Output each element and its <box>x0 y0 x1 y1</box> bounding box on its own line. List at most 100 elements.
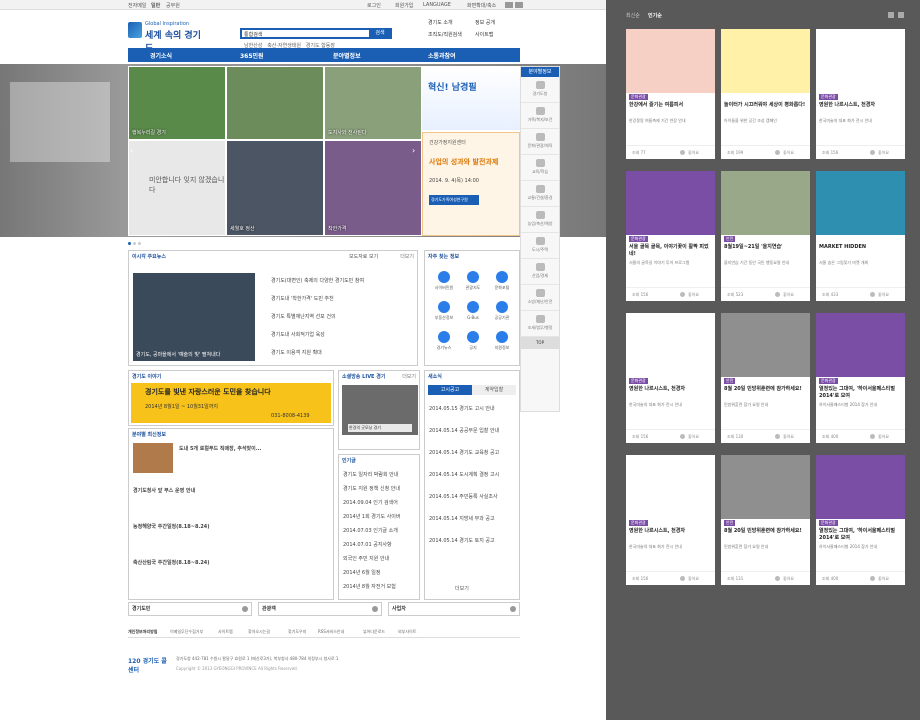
tab-popular[interactable]: 인기순 <box>648 12 662 19</box>
nav-info[interactable]: 분야별정보 <box>333 51 361 60</box>
card-like-button[interactable]: 좋아요 <box>688 576 699 582</box>
zoom-out-icon[interactable] <box>515 2 523 8</box>
zoom-link[interactable]: 화면확대/축소 <box>467 2 496 9</box>
heart-icon[interactable] <box>870 292 875 297</box>
content-card[interactable]: 문화관광 영원한 나르시스트, 천경자 한국미술의 대표 화가 전시 안내 조회 15… <box>816 29 905 159</box>
visual-tile[interactable]: 착한가격 <box>324 140 422 236</box>
freq-item[interactable]: 공지 <box>460 331 486 351</box>
content-card[interactable]: 문화관광 영원한 나르시스트, 천경자 한국미술의 대표 화가 전시 안내 조회 15… <box>626 455 715 585</box>
list-view-icon[interactable] <box>898 12 904 18</box>
content-card[interactable]: 안전 8월 20일 민방위훈련에 참가하세요! 민방위훈련 참가 요령 안내 조회 1… <box>721 313 810 443</box>
freq-item[interactable]: 공공기관 <box>489 301 515 321</box>
heart-icon[interactable] <box>775 576 780 581</box>
side-item[interactable]: 소방/재난/안전 <box>521 285 559 311</box>
content-card[interactable]: 문화관광 영원한 나르시스트, 천경자 한국미술의 대표 화가 전시 안내 조회 15… <box>626 313 715 443</box>
card-like-button[interactable]: 좋아요 <box>688 150 699 156</box>
nav-news[interactable]: 경기소식 <box>150 51 172 60</box>
popular-post[interactable]: 2014년 6월 일정 <box>343 569 417 576</box>
heart-icon[interactable] <box>870 150 875 155</box>
popular-post[interactable]: 경기도 일자리 박람회 안내 <box>343 471 417 478</box>
side-item[interactable]: 산업/경제 <box>521 259 559 285</box>
popular-post[interactable]: 2014년 8월 자전거 보험 <box>343 583 417 590</box>
promo-ad[interactable]: 혁신! 남경필 건강가정지원센터 사업의 성과와 발전과제 2014. 9. 4… <box>422 66 520 236</box>
visual-tile[interactable]: 도지사와 천사된다 <box>324 66 422 140</box>
heart-icon[interactable] <box>870 434 875 439</box>
footer-link[interactable]: 개인정보처리방침 <box>128 629 157 635</box>
heart-icon[interactable] <box>775 434 780 439</box>
news-item[interactable]: 경기도 이용객 지원 확대 <box>271 349 322 356</box>
news-item[interactable]: 경기도내 '착한가격' 도민 추천 <box>271 295 334 302</box>
latest-item[interactable]: 도내 5개 로컬푸드 직매장, 추석맞이... <box>179 445 261 452</box>
quick-link-intro[interactable]: 경기도 소개 <box>428 19 453 26</box>
visual-tile[interactable] <box>226 66 324 140</box>
footer-link[interactable]: RSS서비스안내 <box>318 629 344 635</box>
popular-post[interactable]: 경기도 지원 정책 신청 안내 <box>343 485 417 492</box>
footer-link[interactable]: 찾기도우미 <box>288 629 306 635</box>
latest-item[interactable]: 축산산림국 주간일정(8.18~8.24) <box>133 559 210 566</box>
freq-item[interactable]: 문화포털 <box>489 271 515 291</box>
latest-item[interactable]: 경기도청사 앞 부스 운영 안내 <box>133 487 195 494</box>
latest-item[interactable]: 농정해양국 주간일정(8.18~8.24) <box>133 523 210 530</box>
content-card[interactable]: 문화관광 서울 골목 골목, 이야기꽃이 활짝 피었네! 서울의 골목길 이야기 투… <box>626 171 715 301</box>
press-tab[interactable]: 보도자료 보기 <box>349 253 378 260</box>
carousel-prev-icon[interactable]: ‹ <box>130 146 138 156</box>
card-like-button[interactable]: 좋아요 <box>783 434 794 440</box>
heart-icon[interactable] <box>680 576 685 581</box>
carousel-dots[interactable] <box>128 240 142 245</box>
news-photo[interactable]: 경기도, 공마을에서 '예술의 빛' 펼쳐내다 <box>133 273 255 361</box>
heart-icon[interactable] <box>680 150 685 155</box>
notice-item[interactable]: 2014.05.14 지방세 부과 공고 <box>429 515 517 522</box>
notice-item[interactable]: 2014.05.14 경기도 교육청 공고 <box>429 449 517 456</box>
search-button[interactable]: 검색 <box>369 28 391 39</box>
tab-latest[interactable]: 최신순 <box>626 12 640 19</box>
sns-more-link[interactable]: 더보기 <box>402 373 416 380</box>
footer-link[interactable]: 뷰어다운로드 <box>363 629 385 635</box>
card-like-button[interactable]: 좋아요 <box>783 292 794 298</box>
content-card[interactable]: 문화관광 한강에서 즐기는 여름피서 한강몽땅 여름축제 기간 연장 안내 조회 77… <box>626 29 715 159</box>
search-category-select[interactable]: 통합검색 <box>244 31 262 38</box>
card-like-button[interactable]: 좋아요 <box>783 576 794 582</box>
carousel-next-icon[interactable]: › <box>412 146 420 156</box>
select-tourist[interactable]: 관광객 <box>258 602 382 616</box>
content-card[interactable]: 문화관광 열정있는 그대여, '하이서울페스티벌 2014'로 모여 하이서울페스티… <box>816 313 905 443</box>
heart-icon[interactable] <box>775 292 780 297</box>
news-item[interactable]: 경기도 특별재난지역 선포 건의 <box>271 313 336 320</box>
news-more-link[interactable]: 더보기 <box>400 253 414 260</box>
card-like-button[interactable]: 좋아요 <box>878 576 889 582</box>
login-link[interactable]: 로그인 <box>367 2 381 9</box>
freq-item[interactable]: 지원정보 <box>489 331 515 351</box>
side-item[interactable]: 문화/관광/체육 <box>521 129 559 155</box>
site-logo[interactable]: Global Inspiration 세계 속의 경기도 <box>128 20 208 54</box>
card-like-button[interactable]: 좋아요 <box>878 292 889 298</box>
card-like-button[interactable]: 좋아요 <box>878 150 889 156</box>
freq-item[interactable]: 부동산정보 <box>431 301 457 321</box>
select-citizen[interactable]: 경기도민 <box>128 602 252 616</box>
popular-post[interactable]: 2014.07.03 인기글 소개 <box>343 527 417 534</box>
freq-item[interactable]: 사이버민원 <box>431 271 457 291</box>
content-card[interactable]: 안전 8월 20일 민방위훈련에 참가하세요! 민방위훈련 참가 요령 안내 조회 1… <box>721 455 810 585</box>
top-button[interactable]: TOP <box>521 337 559 349</box>
popular-post[interactable]: 2014.07.01 공지사항 <box>343 541 417 548</box>
footer-link[interactable]: 사이트맵 <box>218 629 233 635</box>
card-like-button[interactable]: 좋아요 <box>688 292 699 298</box>
visual-tile[interactable]: 미안합니다 잊지 않겠습니다 <box>128 140 226 236</box>
notice-item[interactable]: 2014.05.14 경기도 토지 공고 <box>429 537 517 544</box>
footer-link[interactable]: 이메일무단수집거부 <box>170 629 203 635</box>
side-item[interactable]: 교통/건설/환경 <box>521 181 559 207</box>
card-like-button[interactable]: 좋아요 <box>783 150 794 156</box>
latest-thumb[interactable] <box>133 443 173 473</box>
sns-video[interactable]: 한경의 굿모닝 경기 <box>342 385 418 435</box>
popular-post[interactable]: 외국인 주민 지원 안내 <box>343 555 417 562</box>
quick-link-org[interactable]: 조직도/직원검색 <box>428 31 462 38</box>
quick-link-disclosure[interactable]: 정보 공개 <box>475 19 495 26</box>
nav-civil[interactable]: 365민원 <box>240 51 264 60</box>
grid-view-icon[interactable] <box>888 12 894 18</box>
tab-announcement[interactable]: 고시공고 <box>428 385 472 395</box>
footer-link[interactable]: 외부사이트 <box>398 629 416 635</box>
news-item[interactable]: 경기도내 사회적기업 육성 <box>271 331 325 338</box>
card-like-button[interactable]: 좋아요 <box>688 434 699 440</box>
freq-item[interactable]: G-Bus <box>460 301 486 320</box>
link-official[interactable]: 공무원 <box>166 2 180 9</box>
language-link[interactable]: LANGUAGE <box>423 2 451 8</box>
notice-more-link[interactable]: 더보기 <box>455 585 469 592</box>
